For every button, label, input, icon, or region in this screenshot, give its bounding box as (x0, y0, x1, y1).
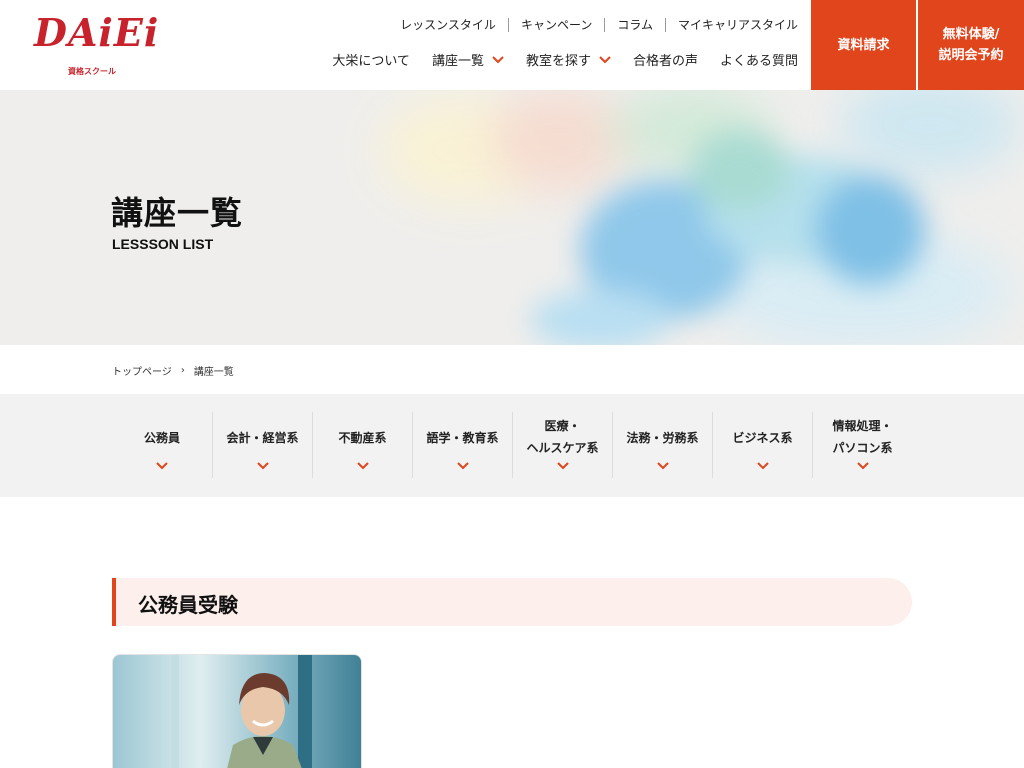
nav-faq-label: よくある質問 (719, 54, 798, 69)
chevron-down-icon (657, 462, 669, 470)
chevron-down-icon (492, 55, 504, 64)
chevron-down-icon (599, 55, 611, 64)
page-subtitle: LESSSON LIST (112, 236, 214, 252)
nav-testimonials[interactable]: 合格者の声 (633, 50, 698, 69)
category-label: 公務員 (143, 431, 180, 445)
free-trial-reservation-button[interactable]: 無料体験/説明会予約 (918, 0, 1024, 90)
nav-about[interactable]: 大栄について (332, 50, 410, 69)
nav-find-classroom-label: 教室を探す (525, 54, 591, 69)
nav-faq[interactable]: よくある質問 (720, 50, 798, 69)
hero-banner: 講座一覧 LESSSON LIST (0, 90, 1024, 345)
page-title: 講座一覧 (111, 194, 244, 232)
chevron-down-icon (857, 462, 869, 470)
category-label: 医療・ ヘルスケア系 (526, 419, 599, 455)
nav-courses-label: 講座一覧 (431, 54, 484, 69)
category-label: 会計・経営系 (226, 431, 299, 445)
breadcrumb-home-link[interactable]: トップページ (112, 363, 172, 378)
chevron-down-icon (357, 462, 369, 470)
nav-testimonials-label: 合格者の声 (632, 54, 698, 69)
category-language-education[interactable]: 語学・教育系 (412, 412, 512, 478)
subnav-column[interactable]: コラム (605, 18, 666, 32)
subnav-my-career-style[interactable]: マイキャリアスタイル (666, 18, 798, 32)
nav-courses[interactable]: 講座一覧 (432, 50, 504, 69)
chevron-down-icon (156, 462, 168, 470)
free-trial-label-line2: 説明会予約 (938, 48, 1004, 63)
breadcrumb-current: 講座一覧 (193, 367, 234, 378)
category-nav: 公務員 会計・経営系 不動産系 語学・教育系 医療・ ヘルスケア系 法務・労務系… (0, 394, 1024, 497)
utility-nav: レッスンスタイル キャンペーン コラム マイキャリアスタイル (388, 17, 798, 33)
site-header: DAiEi 資格スクール レッスンスタイル キャンペーン コラム マイキャリアス… (0, 0, 1024, 90)
category-it-computer[interactable]: 情報処理・ パソコン系 (812, 412, 912, 478)
logo-wordmark: DAiEi (34, 10, 160, 55)
request-materials-button[interactable]: 資料請求 (811, 0, 916, 90)
main-nav: 大栄について 講座一覧 教室を探す 合格者の声 よくある質問 (310, 50, 798, 69)
logo-subtitle: 資格スクール (68, 67, 116, 76)
category-label: 情報処理・ パソコン系 (832, 419, 893, 455)
chevron-down-icon (257, 462, 269, 470)
category-label: 不動産系 (338, 431, 387, 445)
course-card[interactable] (112, 654, 362, 768)
nav-about-label: 大栄について (332, 54, 410, 69)
free-trial-label: 無料体験/説明会予約 (938, 24, 1003, 66)
breadcrumb-separator-icon: › (180, 365, 185, 376)
chevron-down-icon (457, 462, 469, 470)
course-card-photo (113, 655, 361, 768)
daiei-logo[interactable]: DAiEi 資格スクール (34, 10, 158, 80)
chevron-down-icon (757, 462, 769, 470)
nav-find-classroom[interactable]: 教室を探す (526, 50, 611, 69)
subnav-campaign[interactable]: キャンペーン (509, 18, 606, 32)
category-label: 語学・教育系 (426, 431, 499, 445)
category-label: 法務・労務系 (626, 431, 699, 445)
section-heading: 公務員受験 (112, 578, 912, 626)
category-public-servant[interactable]: 公務員 (112, 412, 212, 478)
category-business[interactable]: ビジネス系 (712, 412, 812, 478)
category-label: ビジネス系 (732, 431, 793, 445)
request-materials-label: 資料請求 (837, 37, 890, 53)
breadcrumb: トップページ › 講座一覧 (112, 363, 234, 378)
category-medical-healthcare[interactable]: 医療・ ヘルスケア系 (512, 412, 612, 478)
category-accounting-management[interactable]: 会計・経営系 (212, 412, 312, 478)
category-real-estate[interactable]: 不動産系 (312, 412, 412, 478)
free-trial-label-line1: 無料体験/ (942, 27, 1000, 42)
chevron-down-icon (557, 462, 569, 470)
category-legal-labor[interactable]: 法務・労務系 (612, 412, 712, 478)
subnav-lesson-style[interactable]: レッスンスタイル (388, 18, 509, 32)
section-title: 公務員受験 (138, 593, 238, 617)
